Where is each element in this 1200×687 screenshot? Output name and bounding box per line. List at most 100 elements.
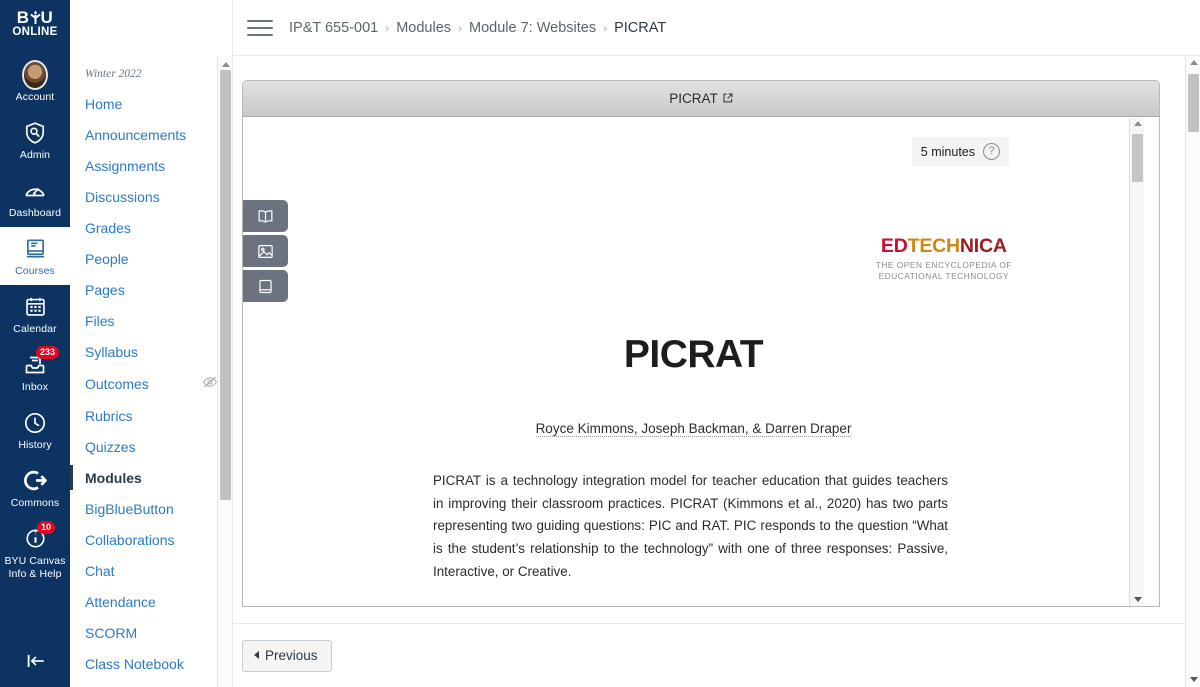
breadcrumb-item-current: PICRAT — [614, 19, 667, 36]
avatar — [22, 59, 48, 90]
page-scroll-down-arrow-icon[interactable] — [1186, 677, 1200, 682]
course-nav-label: Grades — [85, 219, 131, 236]
course-nav-label: Class Notebook — [85, 655, 184, 672]
inbox-tray-icon: 233 — [22, 345, 60, 378]
global-nav-label-calendar: Calendar — [13, 322, 57, 335]
breadcrumb-separator: › — [458, 20, 463, 35]
course-nav-item-pages[interactable]: Pages — [70, 274, 232, 305]
global-nav-item-account[interactable]: Account — [0, 53, 70, 111]
course-navigation: Winter 2022 Home Announcements Assignmen… — [70, 0, 233, 687]
course-nav-item-scorm[interactable]: SCORM — [70, 617, 232, 648]
global-nav-label-inbox: Inbox — [21, 380, 49, 393]
global-nav-item-inbox[interactable]: 233 Inbox — [0, 343, 70, 401]
document-scrollbar[interactable] — [1129, 118, 1144, 606]
edtechnica-logo: EDTECHNICA THE OPEN ENCYCLOPEDIA OF EDUC… — [876, 235, 1012, 282]
course-nav-scroll-thumb[interactable] — [220, 70, 231, 500]
breadcrumb-separator: › — [385, 20, 390, 35]
lti-title: PICRAT — [669, 91, 718, 106]
course-nav-list: Home Announcements Assignments Discussio… — [70, 88, 232, 679]
global-nav-label-byu-canvas-help: BYU Canvas Info & Help — [4, 554, 66, 580]
page-content: PICRAT 5 minutes ? EDTECHNICA THE OPEN E… — [233, 56, 1200, 687]
course-nav-label: Outcomes — [85, 375, 149, 392]
course-nav-label: Pages — [85, 281, 125, 298]
course-nav-item-home[interactable]: Home — [70, 88, 232, 119]
breadcrumb-separator: › — [603, 20, 608, 35]
page-scroll-thumb[interactable] — [1188, 74, 1199, 132]
course-nav-label: People — [85, 250, 129, 267]
course-nav-item-bigbluebutton[interactable]: BigBlueButton — [70, 493, 232, 524]
dashboard-gauge-icon — [22, 178, 48, 204]
course-nav-item-rubrics[interactable]: Rubrics — [70, 400, 232, 431]
byu-online-logo[interactable]: B U ONLINE — [12, 9, 57, 39]
course-term-label: Winter 2022 — [85, 68, 142, 80]
course-nav-item-collaborations[interactable]: Collaborations — [70, 524, 232, 555]
collapse-left-icon — [23, 650, 48, 677]
global-nav-item-courses[interactable]: Courses — [0, 226, 70, 285]
doc-scroll-thumb[interactable] — [1132, 134, 1143, 182]
help-badge: 10 — [37, 520, 56, 534]
course-nav-scrollbar[interactable] — [217, 56, 232, 687]
breadcrumb-item-module7[interactable]: Module 7: Websites — [469, 20, 596, 36]
image-icon[interactable] — [243, 235, 288, 267]
hamburger-menu-icon[interactable] — [247, 18, 273, 38]
brand-part-ed: ED — [880, 235, 908, 257]
external-link-icon[interactable] — [723, 91, 733, 106]
course-nav-item-attendance[interactable]: Attendance — [70, 586, 232, 617]
course-nav-item-people[interactable]: People — [70, 243, 232, 274]
course-nav-item-quizzes[interactable]: Quizzes — [70, 431, 232, 462]
global-nav-item-calendar[interactable]: Calendar — [0, 285, 70, 343]
question-mark-icon[interactable]: ? — [983, 143, 1000, 160]
course-nav-label: Assignments — [85, 157, 166, 174]
authors-text: Royce Kimmons, Joseph Backman, & Darren … — [535, 421, 852, 437]
course-nav-label: Files — [85, 312, 115, 329]
main-content: IP&T 655-001 › Modules › Module 7: Websi… — [233, 0, 1200, 687]
triangle-left-icon — [254, 651, 259, 659]
course-nav-label: Attendance — [85, 593, 156, 610]
global-nav-item-history[interactable]: History — [0, 401, 70, 459]
closed-book-icon[interactable] — [243, 270, 288, 302]
brand-part-nica: NICA — [959, 235, 1007, 257]
course-nav-item-modules[interactable]: Modules — [70, 462, 232, 493]
course-nav-item-outcomes[interactable]: Outcomes — [70, 367, 232, 400]
logo-text-b: B — [16, 8, 30, 27]
reading-time-label: 5 minutes — [920, 144, 975, 159]
open-book-icon[interactable] — [243, 200, 288, 232]
global-nav-item-commons[interactable]: Commons — [0, 459, 70, 517]
doc-scroll-down-arrow-icon[interactable] — [1130, 597, 1144, 602]
global-nav-item-dashboard[interactable]: Dashboard — [0, 169, 70, 227]
scroll-up-arrow-icon[interactable] — [218, 58, 232, 70]
doc-scroll-up-arrow-icon[interactable] — [1130, 121, 1144, 126]
document-authors: Royce Kimmons, Joseph Backman, & Darren … — [243, 421, 1144, 437]
byu-torch-y-icon — [29, 10, 41, 26]
course-nav-label: SCORM — [85, 624, 138, 641]
help-info-icon: 10 — [22, 520, 56, 552]
course-nav-item-grades[interactable]: Grades — [70, 212, 232, 243]
top-bar: IP&T 655-001 › Modules › Module 7: Websi… — [233, 0, 1200, 56]
course-nav-item-class-notebook[interactable]: Class Notebook — [70, 648, 232, 679]
document-tool-strip — [243, 200, 291, 302]
previous-button[interactable]: Previous — [242, 639, 332, 672]
commons-arrow-icon — [22, 468, 48, 494]
page-scroll-up-arrow-icon[interactable] — [1186, 60, 1200, 65]
document-paragraph: PICRAT is a technology integration model… — [433, 473, 948, 579]
breadcrumb-item-course[interactable]: IP&T 655-001 — [289, 20, 378, 36]
course-nav-item-assignments[interactable]: Assignments — [70, 150, 232, 181]
course-nav-item-syllabus[interactable]: Syllabus — [70, 336, 232, 367]
course-nav-item-discussions[interactable]: Discussions — [70, 181, 232, 212]
page-scrollbar[interactable] — [1185, 56, 1200, 687]
course-nav-label: Syllabus — [85, 343, 138, 360]
lti-title-group: PICRAT — [669, 91, 733, 106]
global-nav-item-byu-canvas-help[interactable]: 10 BYU Canvas Info & Help — [0, 517, 70, 581]
reading-time-badge: 5 minutes ? — [911, 137, 1009, 166]
course-nav-item-announcements[interactable]: Announcements — [70, 119, 232, 150]
logo-text-u: U — [40, 8, 54, 27]
lti-tool-frame: PICRAT 5 minutes ? EDTECHNICA THE OPEN E… — [242, 80, 1160, 607]
lti-frame-header: PICRAT — [243, 81, 1159, 117]
breadcrumb-item-modules[interactable]: Modules — [396, 20, 451, 36]
global-nav-item-admin[interactable]: Admin — [0, 111, 70, 169]
course-nav-item-files[interactable]: Files — [70, 305, 232, 336]
course-nav-item-chat[interactable]: Chat — [70, 555, 232, 586]
courses-book-icon — [22, 236, 48, 262]
collapse-nav-button[interactable] — [0, 650, 70, 677]
course-nav-label: Collaborations — [85, 531, 175, 548]
